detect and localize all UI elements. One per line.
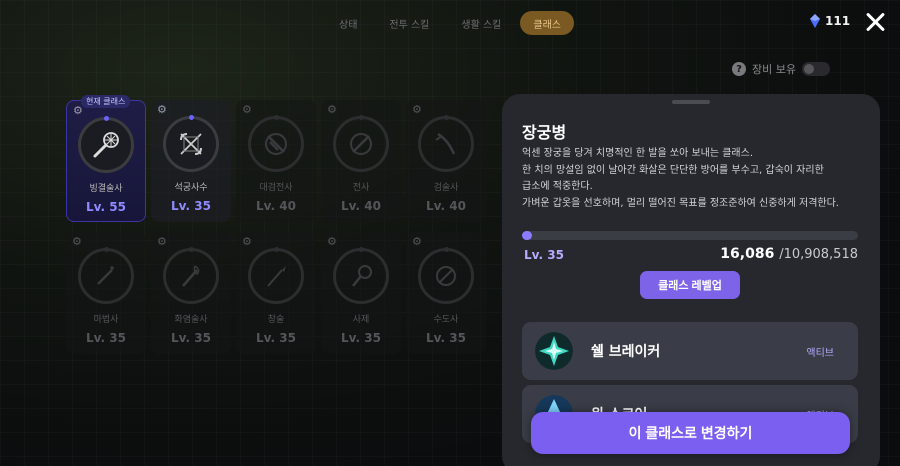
exp-progress-fill: [522, 231, 533, 240]
gear-icon: ⚙: [327, 235, 337, 248]
gear-icon: ⚙: [157, 103, 167, 116]
panel-grabber[interactable]: [672, 100, 710, 104]
description-line: 급소에 적중한다.: [522, 181, 593, 192]
class-card-spear[interactable]: ⚙ 창술 Lv. 35: [236, 232, 316, 354]
close-icon[interactable]: [863, 10, 887, 34]
class-portrait: [163, 115, 219, 172]
currency-amount: 111: [825, 14, 851, 28]
exp-current: 16,086: [720, 246, 775, 262]
top-tabs: 상태 전투 스킬 생활 스킬 클래스: [326, 11, 574, 35]
class-description: 억센 장궁을 당겨 치명적인 한 발을 쏘아 보내는 클래스. 한 치의 망설임…: [522, 146, 867, 212]
class-name: 수도사: [433, 315, 459, 325]
gear-icon: ⚙: [157, 235, 167, 248]
gear-icon: ⚙: [412, 103, 422, 116]
class-card-mage[interactable]: ⚙ 마법사 Lv. 35: [66, 232, 146, 354]
class-portrait: [418, 115, 474, 172]
class-level: Lv. 40: [256, 199, 296, 213]
class-level: Lv. 35: [524, 248, 564, 262]
gem-icon: [810, 14, 820, 28]
description-line: 한 치의 망설임 없이 날아간 화살은 단단한 방어를 부수고, 갑숙이 자리한: [522, 164, 824, 176]
shield-icon: [350, 133, 372, 155]
exp-readout: 16,086 /10,908,518: [720, 246, 858, 262]
class-name: 전사: [352, 183, 370, 193]
class-name: 대검전사: [259, 183, 293, 193]
exp-progress-bar: [522, 231, 858, 240]
class-portrait: [418, 247, 474, 304]
gear-icon: ⚙: [327, 103, 337, 116]
equip-toggle-label: 장비 보유: [752, 63, 796, 76]
class-portrait: [78, 116, 134, 173]
tab-combat-skill[interactable]: 전투 스킬: [376, 11, 442, 35]
class-card-greatsword[interactable]: ⚙ 대검전사 Lv. 40: [236, 100, 316, 222]
class-level: Lv. 55: [86, 200, 126, 214]
class-level: Lv. 40: [341, 199, 381, 213]
equip-toggle[interactable]: [801, 62, 830, 76]
currency-display: 111: [809, 14, 850, 28]
class-level: Lv. 35: [256, 331, 296, 345]
gear-icon: ⚙: [73, 104, 83, 117]
greatsword-icon: [265, 133, 287, 155]
crossbow-icon: [180, 133, 202, 155]
class-card-frost-mage[interactable]: 현재 클래스 ⚙ 빙결술사 Lv. 55: [66, 95, 146, 222]
flame-staff-icon: [182, 265, 200, 287]
gear-icon: ⚙: [72, 235, 82, 248]
mace-icon: [352, 265, 372, 287]
class-portrait: [248, 247, 304, 304]
class-portrait: [163, 247, 219, 304]
class-levelup-button[interactable]: 클래스 레벨업: [640, 271, 740, 299]
class-card-monk[interactable]: ⚙ 수도사 Lv. 35: [406, 232, 486, 354]
class-portrait: [333, 247, 389, 304]
class-portrait: [248, 115, 304, 172]
exp-max: /10,908,518: [779, 247, 858, 262]
class-level: Lv. 40: [426, 199, 466, 213]
class-detail-panel: 장궁병 억센 장궁을 당겨 치명적인 한 발을 쏘아 보내는 클래스. 한 치의…: [502, 94, 880, 466]
class-name: 마법사: [93, 315, 119, 325]
tab-life-skill[interactable]: 생활 스킬: [448, 11, 514, 35]
class-level: Lv. 35: [341, 331, 381, 345]
description-line: 가벼운 갑옷을 선호하며, 멀리 떨어진 목표를 정조준하여 신중하게 저격한다…: [522, 197, 839, 209]
class-level: Lv. 35: [171, 331, 211, 345]
class-portrait: [78, 247, 134, 304]
class-card-priest[interactable]: ⚙ 사제 Lv. 35: [321, 232, 401, 354]
gear-icon: ⚙: [412, 235, 422, 248]
shell-breaker-icon: [535, 332, 573, 370]
change-class-button[interactable]: 이 클래스로 변경하기: [531, 412, 850, 454]
class-name: 검술사: [433, 183, 459, 193]
skill-name: 쉘 브레이커: [591, 344, 661, 360]
class-level: Lv. 35: [171, 199, 211, 213]
class-name: 사제: [352, 315, 370, 325]
class-card-warrior[interactable]: ⚙ 전사 Lv. 40: [321, 100, 401, 222]
fist-icon: [436, 266, 456, 286]
class-level: Lv. 35: [426, 331, 466, 345]
class-card-fire-mage[interactable]: ⚙ 화염술사 Lv. 35: [151, 232, 231, 354]
wand-icon: [97, 266, 114, 285]
staff-icon: [93, 132, 119, 158]
gear-icon: ⚙: [242, 103, 252, 116]
class-name: 화염술사: [174, 315, 208, 325]
tab-class[interactable]: 클래스: [520, 11, 574, 35]
equip-filter: ? 장비 보유: [732, 61, 830, 77]
skill-item[interactable]: 쉘 브레이커 액티브: [522, 322, 858, 380]
class-portrait: [333, 115, 389, 172]
spear-icon: [267, 266, 286, 287]
class-level: Lv. 35: [86, 331, 126, 345]
gear-icon: ⚙: [242, 235, 252, 248]
class-name: 빙결술사: [89, 184, 123, 194]
skill-type: 액티브: [806, 347, 834, 359]
sword-icon: [435, 132, 456, 155]
help-icon[interactable]: ?: [732, 62, 746, 76]
current-class-badge: 현재 클래스: [81, 95, 131, 108]
class-card-crossbow[interactable]: ⚙ 석궁사수 Lv. 35: [151, 100, 231, 222]
class-name: 창술: [267, 315, 285, 325]
class-card-swordsman[interactable]: ⚙ 검술사 Lv. 40: [406, 100, 486, 222]
description-line: 억센 장궁을 당겨 치명적인 한 발을 쏘아 보내는 클래스.: [522, 148, 754, 159]
tab-status[interactable]: 상태: [326, 11, 370, 35]
class-name: 석궁사수: [174, 183, 208, 193]
class-title: 장궁병: [522, 123, 567, 142]
